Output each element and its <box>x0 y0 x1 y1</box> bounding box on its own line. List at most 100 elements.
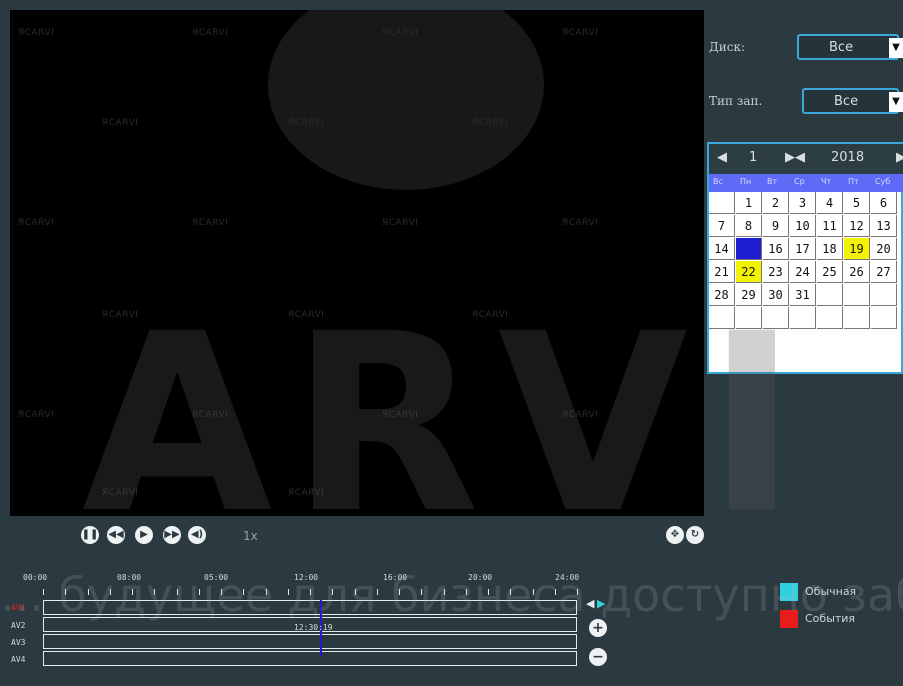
calendar-day[interactable]: 9 <box>763 215 789 237</box>
calendar-day[interactable]: 6 <box>871 192 897 214</box>
calendar-day[interactable]: 17 <box>790 238 816 260</box>
watermark-small: ЯCARVI <box>18 410 55 420</box>
watermark-small: ЯCARVI <box>102 310 139 320</box>
return-icon[interactable]: ↻ <box>686 526 704 544</box>
calendar-day <box>763 307 789 329</box>
legend-normal-label: Обычная <box>805 585 857 598</box>
calendar-day <box>709 192 735 214</box>
calendar-day[interactable]: 30 <box>763 284 789 306</box>
timeline-hour-label: 12:00 <box>294 573 319 582</box>
calendar-day[interactable]: 26 <box>844 261 870 283</box>
timeline-tick <box>354 589 356 595</box>
dropdown-arrow-icon[interactable]: ▼ <box>889 92 903 112</box>
calendar-day[interactable]: 5 <box>844 192 870 214</box>
record-type-label: Тип зап. <box>709 94 763 108</box>
timeline-tick <box>310 589 311 595</box>
timeline-tick <box>421 589 423 595</box>
disk-select[interactable]: Все ▼ <box>797 34 903 60</box>
timeline-tick <box>488 589 489 595</box>
calendar-day[interactable]: 25 <box>817 261 843 283</box>
calendar-day[interactable]: 16 <box>763 238 789 260</box>
step-back-icon[interactable]: ◀◀ <box>107 526 125 544</box>
watermark-small: ЯCARVI <box>18 28 55 38</box>
calendar-day[interactable]: 2 <box>763 192 789 214</box>
next-year-icon[interactable]: ▶ <box>896 150 903 165</box>
channel-track[interactable] <box>43 600 577 615</box>
calendar-day[interactable]: 1 <box>736 192 762 214</box>
zoom-in-icon[interactable]: + <box>589 619 607 637</box>
watermark-small: ЯCARVI <box>288 488 325 498</box>
fast-forward-icon[interactable]: ▶▶ <box>163 526 181 544</box>
playback-speed: 1x <box>243 529 258 543</box>
calendar-year: 2018 <box>831 150 865 165</box>
volume-icon[interactable]: ◀) <box>188 526 206 544</box>
calendar-day[interactable]: 28 <box>709 284 735 306</box>
timeline-tick <box>376 589 378 595</box>
watermark-small: ЯCARVI <box>18 218 55 228</box>
watermark-small: ЯCARVI <box>382 28 419 38</box>
calendar-day <box>817 307 843 329</box>
timeline-tick <box>176 589 178 595</box>
weekday-label: Чт <box>821 177 832 186</box>
calendar-day[interactable]: 21 <box>709 261 735 283</box>
calendar-day[interactable]: 29 <box>736 284 762 306</box>
calendar-day[interactable]: 7 <box>709 215 735 237</box>
calendar-day <box>817 284 843 306</box>
channel-track[interactable] <box>43 634 577 649</box>
timeline-tick <box>443 589 445 595</box>
prev-month-icon[interactable]: ◀ <box>717 150 727 165</box>
calendar-day[interactable]: 11 <box>817 215 843 237</box>
timeline-tick <box>154 589 156 595</box>
watermark-small: ЯCARVI <box>382 218 419 228</box>
calendar-day[interactable]: 14 <box>709 238 735 260</box>
calendar-day[interactable]: 23 <box>763 261 789 283</box>
channel-label: AV4 <box>11 655 26 664</box>
timeline-tick <box>287 589 289 595</box>
weekday-label: Вт <box>767 177 778 186</box>
calendar-day <box>844 284 870 306</box>
month-year-switch-icon[interactable]: ▶◀ <box>785 150 805 165</box>
calendar-day[interactable]: 24 <box>790 261 816 283</box>
pause-icon[interactable]: ❚❚ <box>81 526 99 544</box>
calendar-day[interactable]: 22 <box>736 261 762 283</box>
timeline-hour-label: 05:00 <box>204 573 229 582</box>
scroll-right-icon[interactable]: ▶ <box>597 597 605 610</box>
calendar-day[interactable]: 10 <box>790 215 816 237</box>
dropdown-arrow-icon[interactable]: ▼ <box>889 38 903 58</box>
calendar-day <box>871 307 897 329</box>
scroll-left-icon[interactable]: ◀ <box>586 597 594 610</box>
calendar-day[interactable]: 20 <box>871 238 897 260</box>
timeline-tick <box>332 589 334 595</box>
channel-label: AV3 <box>11 638 26 647</box>
watermark-small: ЯCARVI <box>102 488 139 498</box>
timeline-tick <box>243 589 245 595</box>
calendar-day[interactable]: 27 <box>871 261 897 283</box>
legend-event-label: События <box>805 612 856 625</box>
timeline-tick <box>221 589 222 595</box>
calendar-day[interactable]: 3 <box>790 192 816 214</box>
calendar-day <box>709 307 735 329</box>
calendar-day[interactable]: 13 <box>871 215 897 237</box>
calendar-day[interactable]: 8 <box>736 215 762 237</box>
calendar-day[interactable]: 18 <box>817 238 843 260</box>
legend-event-swatch <box>780 610 798 628</box>
fullscreen-icon[interactable]: ✥ <box>666 526 684 544</box>
record-type-select[interactable]: Все ▼ <box>802 88 903 114</box>
zoom-out-icon[interactable]: − <box>589 648 607 666</box>
channel-track[interactable] <box>43 651 577 666</box>
watermark-small: ЯCARVI <box>192 218 229 228</box>
calendar-day[interactable]: 4 <box>817 192 843 214</box>
calendar-header: ◀ 1 ▶◀ 2018 ▶ <box>709 144 903 174</box>
weekday-label: Пн <box>740 177 752 186</box>
timeline-hour-label: 08:00 <box>117 573 142 582</box>
timeline-tick <box>465 589 467 595</box>
video-pane[interactable]: ЯCARVI ЯCARVI ЯCARVI ЯCARVI ЯCARVI ЯCARV… <box>10 10 704 516</box>
play-icon[interactable]: ▶ <box>135 526 153 544</box>
watermark-small: ЯCARVI <box>288 118 325 128</box>
calendar-day[interactable]: 31 <box>790 284 816 306</box>
calendar-day[interactable]: 12 <box>844 215 870 237</box>
calendar-day[interactable]: 15 <box>736 238 762 260</box>
calendar: ◀ 1 ▶◀ 2018 ▶ Вс Пн Вт Ср Чт Пт Суб 1234567891… <box>707 142 903 374</box>
calendar-day[interactable]: 19 <box>844 238 870 260</box>
disk-label: Диск: <box>709 40 746 54</box>
